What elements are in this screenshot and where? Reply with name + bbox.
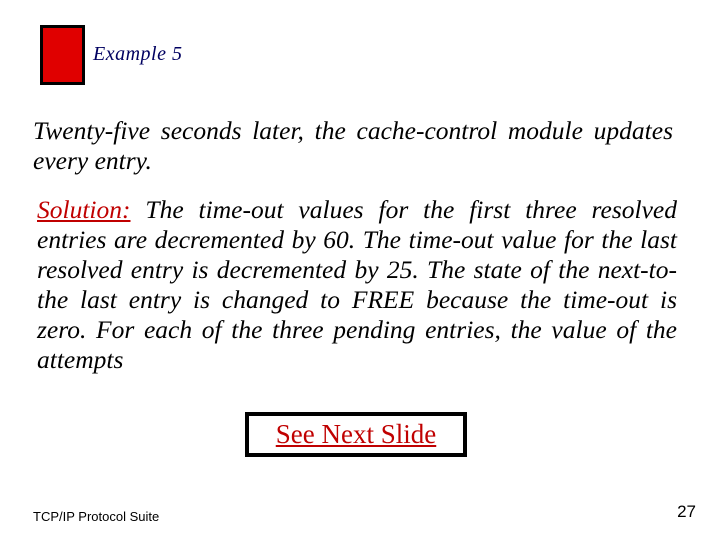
solution-body: The time-out values for the first three … [37, 195, 677, 374]
solution-block: Solution: The time-out values for the fi… [37, 195, 677, 375]
see-next-slide-button[interactable]: See Next Slide [245, 412, 467, 457]
page-number: 27 [677, 502, 696, 522]
solution-label: Solution: [37, 195, 131, 224]
prompt-text: Twenty-five seconds later, the cache-con… [33, 116, 673, 176]
footer-title: TCP/IP Protocol Suite [33, 509, 159, 524]
accent-box [40, 25, 85, 85]
slide: Example 5 Twenty-five seconds later, the… [0, 0, 720, 540]
see-next-slide-label: See Next Slide [276, 419, 436, 450]
example-title: Example 5 [93, 43, 182, 66]
